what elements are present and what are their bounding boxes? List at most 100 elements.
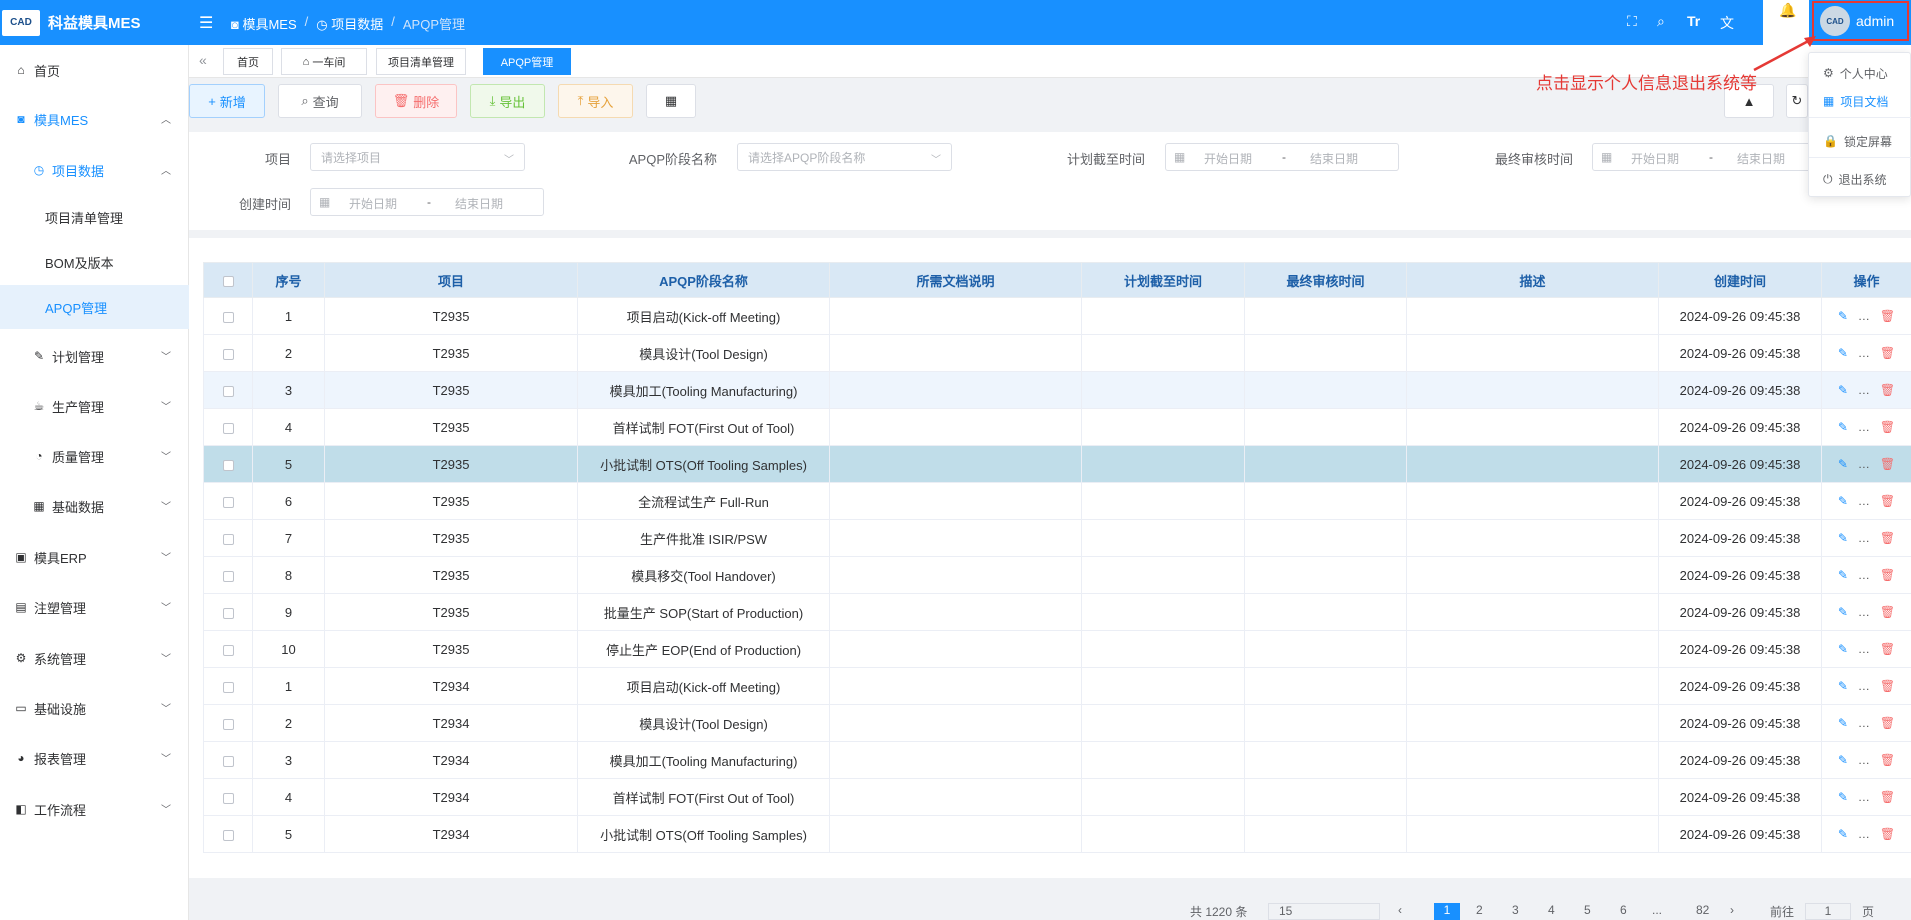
search-icon[interactable]: ⌕ — [1657, 13, 1665, 30]
import-button[interactable]: ⤒ 导入 — [558, 84, 633, 118]
sidebar-item-project-data[interactable]: ◷ 项目数据 ︿ — [0, 148, 189, 192]
table-row[interactable]: 9 T2935 批量生产 SOP(Start of Production) 2024-… — [203, 593, 1911, 631]
stage-select[interactable]: 请选择APQP阶段名称 ﹀ — [737, 143, 952, 171]
refresh-button[interactable]: ↻ — [1786, 84, 1808, 118]
sidebar-item-injection[interactable]: ▤ 注塑管理 ﹀ — [0, 585, 189, 629]
breadcrumb-item[interactable]: ◷ 项目数据 — [316, 14, 383, 33]
row-checkbox[interactable] — [222, 311, 234, 323]
row-select-cell[interactable] — [203, 556, 253, 594]
row-select-cell[interactable] — [203, 778, 253, 816]
table-row[interactable]: 7 T2935 生产件批准 ISIR/PSW 2024-09-26 09:45:38 ✎… — [203, 519, 1911, 557]
user-menu-button[interactable]: CAD admin — [1812, 1, 1909, 41]
sidebar-item-production[interactable]: ☕ 生产管理 ﹀ — [0, 384, 189, 428]
edit-icon[interactable]: ✎ — [1838, 679, 1848, 693]
edit-icon[interactable]: ✎ — [1838, 753, 1848, 767]
edit-icon[interactable]: ✎ — [1838, 568, 1848, 582]
more-icon[interactable]: … — [1858, 494, 1870, 508]
edit-icon[interactable]: ✎ — [1838, 790, 1848, 804]
edit-icon[interactable]: ✎ — [1838, 309, 1848, 323]
trash-icon[interactable]: 🗑 — [1880, 494, 1895, 508]
column-header[interactable]: 计划截至时间 — [1081, 262, 1245, 298]
font-size-icon[interactable]: Tr — [1687, 13, 1700, 29]
trash-icon[interactable]: 🗑 — [1880, 790, 1895, 804]
row-select-cell[interactable] — [203, 334, 253, 372]
tag-apqp[interactable]: APQP管理 — [483, 48, 571, 75]
fullscreen-icon[interactable]: ⛶ — [1627, 13, 1637, 30]
row-checkbox[interactable] — [222, 792, 234, 804]
table-row[interactable]: 6 T2935 全流程试生产 Full-Run 2024-09-26 09:45:38… — [203, 482, 1911, 520]
more-icon[interactable]: … — [1858, 420, 1870, 434]
export-button[interactable]: ⤓ 导出 — [470, 84, 545, 118]
row-checkbox[interactable] — [222, 829, 234, 841]
project-select[interactable]: 请选择项目 ﹀ — [310, 143, 525, 171]
edit-icon[interactable]: ✎ — [1838, 531, 1848, 545]
goto-page-input[interactable]: 1 — [1805, 903, 1851, 920]
row-checkbox[interactable] — [222, 385, 234, 397]
column-header[interactable]: 创建时间 — [1658, 262, 1822, 298]
table-row[interactable]: 1 T2935 项目启动(Kick-off Meeting) 2024-09-26 0… — [203, 297, 1911, 335]
row-checkbox[interactable] — [222, 718, 234, 730]
row-select-cell[interactable] — [203, 667, 253, 705]
edit-icon[interactable]: ✎ — [1838, 605, 1848, 619]
trash-icon[interactable]: 🗑 — [1880, 827, 1895, 841]
table-row[interactable]: 1 T2934 项目启动(Kick-off Meeting) 2024-09-26 0… — [203, 667, 1911, 705]
column-header[interactable]: 序号 — [252, 262, 325, 298]
more-icon[interactable]: … — [1858, 827, 1870, 841]
edit-icon[interactable]: ✎ — [1838, 494, 1848, 508]
delete-button[interactable]: 🗑 删除 — [375, 84, 457, 118]
table-row[interactable]: 8 T2935 模具移交(Tool Handover) 2024-09-26 09:4… — [203, 556, 1911, 594]
next-page-icon[interactable]: › — [1730, 903, 1734, 917]
trash-icon[interactable]: 🗑 — [1880, 753, 1895, 767]
trash-icon[interactable]: 🗑 — [1880, 605, 1895, 619]
row-select-cell[interactable] — [203, 593, 253, 631]
menu-item-project-docs[interactable]: ▦ 项目文档 — [1809, 87, 1911, 115]
tag-home[interactable]: 首页 — [223, 48, 273, 75]
deadline-date-range[interactable]: ▦ 开始日期 - 结束日期 — [1165, 143, 1399, 171]
page-number[interactable]: 1 — [1434, 903, 1460, 920]
row-checkbox[interactable] — [222, 570, 234, 582]
columns-toggle-button[interactable]: ▦ — [646, 84, 696, 118]
row-select-cell[interactable] — [203, 297, 253, 335]
table-row[interactable]: 2 T2935 模具设计(Tool Design) 2024-09-26 09:45:… — [203, 334, 1911, 372]
more-icon[interactable]: … — [1858, 383, 1870, 397]
row-checkbox[interactable] — [222, 348, 234, 360]
select-all-cell[interactable] — [203, 262, 253, 298]
row-checkbox[interactable] — [222, 533, 234, 545]
trash-icon[interactable]: 🗑 — [1880, 716, 1895, 730]
sidebar-item-plan[interactable]: ✎ 计划管理 ﹀ — [0, 334, 189, 378]
trash-icon[interactable]: 🗑 — [1880, 383, 1895, 397]
row-checkbox[interactable] — [222, 459, 234, 471]
column-header[interactable]: 最终审核时间 — [1244, 262, 1407, 298]
row-checkbox[interactable] — [222, 755, 234, 767]
select-all-checkbox[interactable] — [222, 275, 234, 287]
more-icon[interactable]: … — [1858, 309, 1870, 323]
sidebar-item-home[interactable]: ⌂ 首页 — [0, 48, 189, 92]
page-number[interactable]: 6 — [1620, 903, 1627, 917]
column-header[interactable]: 所需文档说明 — [829, 262, 1082, 298]
row-select-cell[interactable] — [203, 371, 253, 409]
trash-icon[interactable]: 🗑 — [1880, 309, 1895, 323]
menu-item-profile[interactable]: ⚙ 个人中心 — [1809, 59, 1911, 87]
table-row[interactable]: 5 T2934 小批试制 OTS(Off Tooling Samples) 2024-… — [203, 815, 1911, 853]
column-header[interactable]: 项目 — [324, 262, 578, 298]
column-header[interactable]: APQP阶段名称 — [577, 262, 830, 298]
table-row[interactable]: 4 T2935 首样试制 FOT(First Out of Tool) 2024-09… — [203, 408, 1911, 446]
page-ellipsis[interactable]: ... — [1652, 903, 1662, 917]
query-button[interactable]: ⌕ 查询 — [278, 84, 362, 118]
menu-item-lock-screen[interactable]: 🔒 锁定屏幕 — [1809, 127, 1911, 155]
row-checkbox[interactable] — [222, 422, 234, 434]
row-select-cell[interactable] — [203, 408, 253, 446]
table-row[interactable]: 3 T2935 模具加工(Tooling Manufacturing) 2024-09… — [203, 371, 1911, 409]
trash-icon[interactable]: 🗑 — [1880, 642, 1895, 656]
trash-icon[interactable]: 🗑 — [1880, 679, 1895, 693]
created-date-range[interactable]: ▦ 开始日期 - 结束日期 — [310, 188, 544, 216]
audit-date-range[interactable]: ▦ 开始日期 - 结束日期 — [1592, 143, 1826, 171]
more-icon[interactable]: … — [1858, 568, 1870, 582]
sidebar-item-reports[interactable]: ◕ 报表管理 ﹀ — [0, 736, 189, 780]
trash-icon[interactable]: 🗑 — [1880, 346, 1895, 360]
sidebar-item-infrastructure[interactable]: ▭ 基础设施 ﹀ — [0, 686, 189, 730]
row-select-cell[interactable] — [203, 445, 253, 483]
row-select-cell[interactable] — [203, 741, 253, 779]
page-number[interactable]: 82 — [1696, 903, 1709, 917]
more-icon[interactable]: … — [1858, 531, 1870, 545]
